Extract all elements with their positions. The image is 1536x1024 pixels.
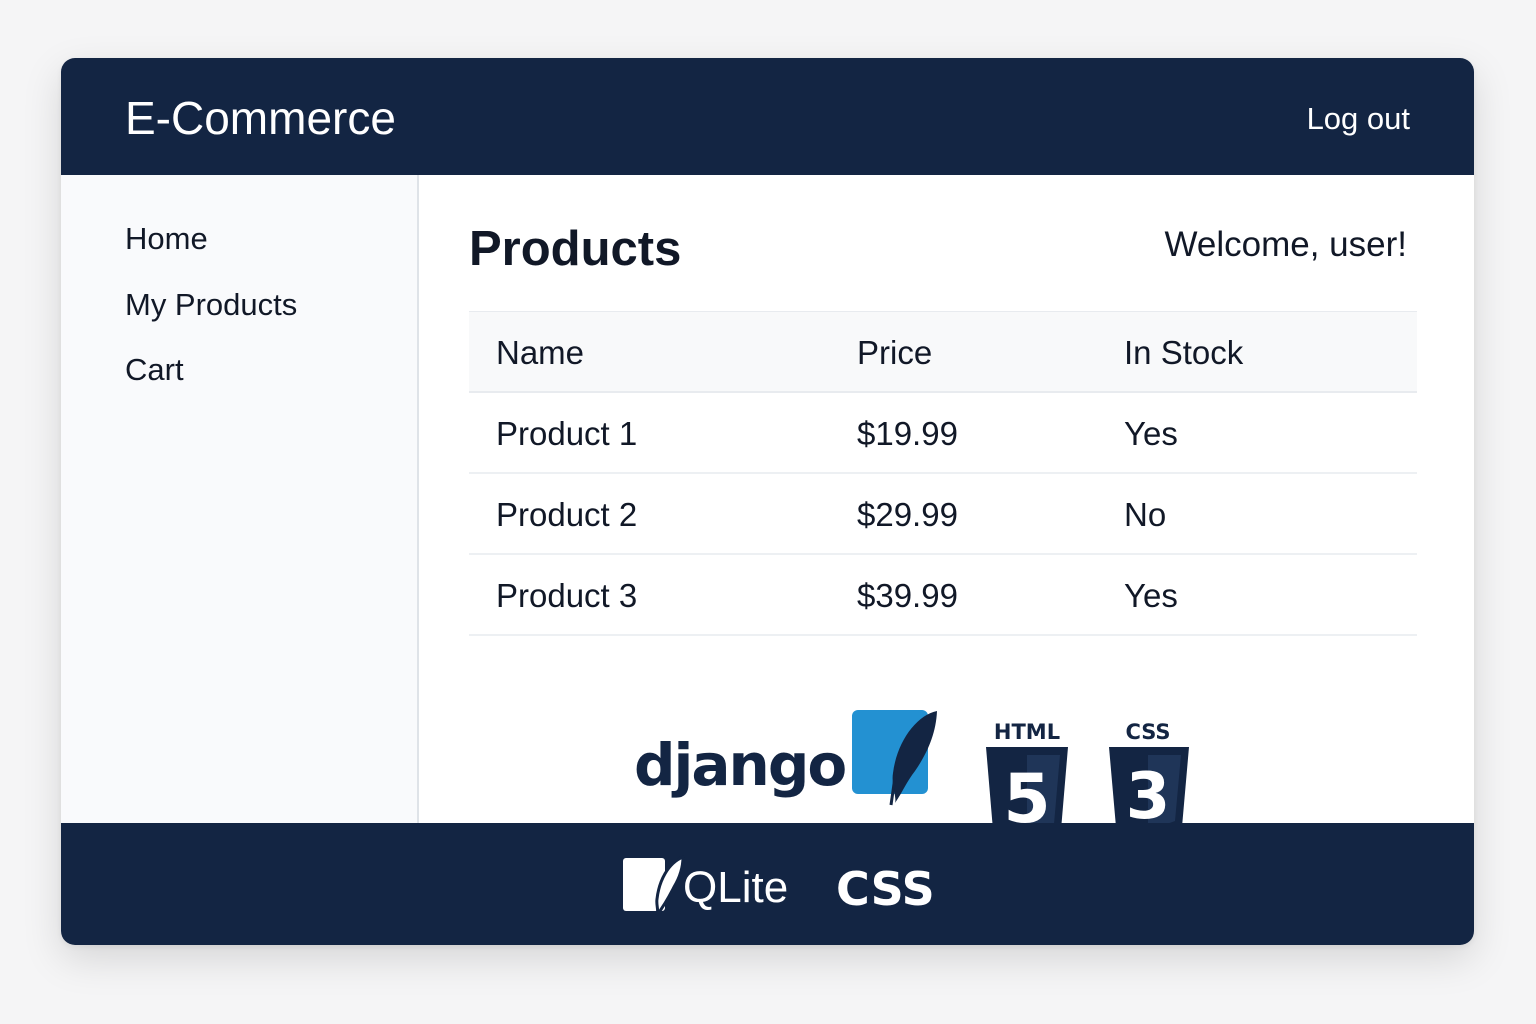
- column-header-in-stock: In Stock: [1124, 334, 1244, 371]
- brand-title[interactable]: E-Commerce: [125, 92, 396, 144]
- tech-logos: django HTML 5 CSS 3: [634, 710, 1189, 823]
- sidebar: Home My Products Cart: [61, 175, 419, 823]
- product-price-cell: $39.99: [857, 577, 958, 614]
- table-row[interactable]: Product 1 $19.99 Yes: [469, 393, 1417, 474]
- css-badge-label: CSS: [1125, 720, 1170, 744]
- table-header-row: Name Price In Stock: [469, 312, 1417, 393]
- css-badge-number: 3: [1126, 760, 1171, 823]
- html-badge-label: HTML: [994, 720, 1060, 744]
- footer: QLite CSS: [61, 823, 1474, 945]
- products-table: Name Price In Stock Product 1 $19.99 Yes…: [469, 311, 1417, 636]
- sqlite-logo-text: QLite: [683, 863, 788, 912]
- sidebar-item-home[interactable]: Home: [125, 221, 208, 257]
- footer-logos: QLite CSS: [623, 854, 935, 916]
- top-navbar: E-Commerce Log out: [61, 58, 1474, 175]
- product-stock-cell: No: [1124, 496, 1167, 533]
- css3-shield-icon: CSS 3: [1109, 720, 1189, 823]
- sqlite-logo-icon: [623, 854, 685, 916]
- sidebar-item-my-products[interactable]: My Products: [125, 287, 297, 323]
- product-stock-cell: Yes: [1124, 577, 1178, 614]
- welcome-message: Welcome, user!: [1164, 225, 1408, 264]
- table-row[interactable]: Product 2 $29.99 No: [469, 474, 1417, 555]
- main-content: Products Welcome, user! Name Price In St…: [419, 175, 1474, 823]
- django-logo: django: [634, 731, 845, 799]
- app-window: E-Commerce Log out Home My Products Cart…: [61, 58, 1474, 945]
- column-header-price: Price: [857, 334, 933, 371]
- page-title: Products: [469, 222, 682, 276]
- html-badge-number: 5: [1003, 760, 1050, 823]
- product-name-cell: Product 1: [496, 415, 638, 452]
- product-price-cell: $19.99: [857, 415, 958, 452]
- logout-link[interactable]: Log out: [1307, 100, 1410, 138]
- sqlite-feather-icon: [852, 710, 937, 806]
- product-stock-cell: Yes: [1124, 415, 1178, 452]
- sidebar-item-cart[interactable]: Cart: [125, 352, 184, 388]
- column-header-name: Name: [496, 334, 585, 371]
- table-row[interactable]: Product 3 $39.99 Yes: [469, 555, 1417, 636]
- product-price-cell: $29.99: [857, 496, 958, 533]
- product-name-cell: Product 2: [496, 496, 638, 533]
- product-name-cell: Product 3: [496, 577, 638, 614]
- css-logo-text: CSS: [836, 862, 935, 916]
- html5-shield-icon: HTML 5: [986, 720, 1068, 823]
